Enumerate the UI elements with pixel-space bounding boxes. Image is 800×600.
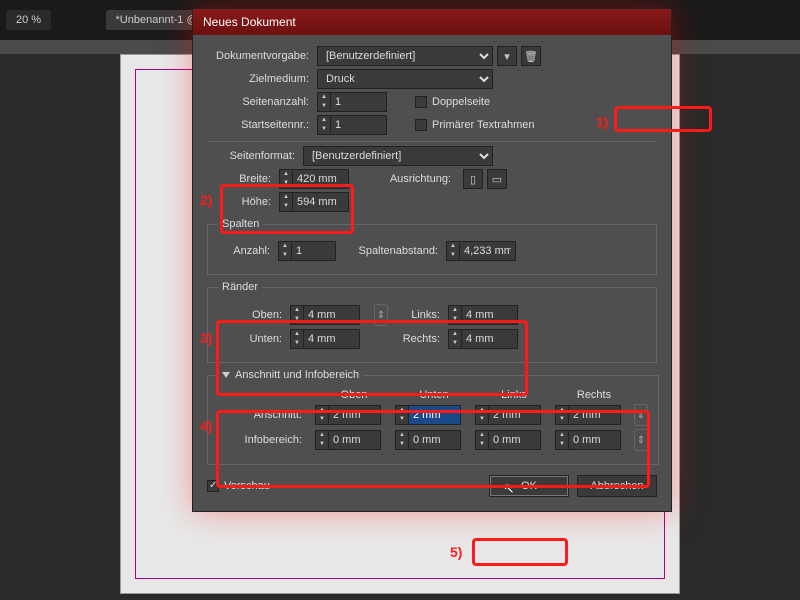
height-label: Höhe: [207,196,279,208]
link-slug-icon[interactable]: ⇕ [634,429,648,451]
pages-label: Seitenanzahl: [207,96,317,108]
intent-dropdown[interactable]: Druck [317,69,493,89]
new-document-dialog: Neues Dokument Dokumentvorgabe: [Benutze… [192,8,672,512]
facing-pages-label: Doppelseite [432,96,490,108]
dialog-titlebar[interactable]: Neues Dokument [193,9,671,35]
bleed-slug-disclosure[interactable]: Anschnitt und Infobereich [218,369,363,381]
pagesize-label: Seitenformat: [207,150,303,162]
primary-textframe-label: Primärer Textrahmen [432,119,535,131]
height-stepper[interactable]: ▲▼ [279,192,349,212]
ok-button[interactable]: OK [489,475,569,497]
preview-label: Vorschau [224,480,270,492]
bleed-left-stepper[interactable]: ▲▼ [475,405,541,425]
margins-group: Ränder Oben: ▲▼ ⇕ Links: ▲▼ Unten: ▲▼ Re… [207,281,657,363]
annotation-5: 5) [450,544,462,560]
startpage-label: Startseitennr.: [207,119,317,131]
slug-right-stepper[interactable]: ▲▼ [555,430,621,450]
margin-right-stepper[interactable]: ▲▼ [448,329,518,349]
pagesize-dropdown[interactable]: [Benutzerdefiniert] [303,146,493,166]
columns-group: Spalten Anzahl: ▲▼ Spaltenabstand: ▲▼ [207,218,657,275]
slug-left-stepper[interactable]: ▲▼ [475,430,541,450]
margin-left-label: Links: [388,309,448,321]
annotation-1: 1) [596,114,608,130]
margin-left-stepper[interactable]: ▲▼ [448,305,518,325]
annotation-4: 4) [200,418,212,434]
facing-pages-checkbox[interactable] [415,96,427,108]
link-margins-icon[interactable]: ⇕ [374,304,388,326]
intent-label: Zielmedium: [207,73,317,85]
cursor-icon: ↖ [503,480,515,497]
slug-bottom-stepper[interactable]: ▲▼ [395,430,461,450]
bleed-slug-group: Anschnitt und Infobereich ObenUntenLinks… [207,369,659,465]
preset-dropdown[interactable]: [Benutzerdefiniert] [317,46,493,66]
pages-stepper[interactable]: ▲▼ [317,92,387,112]
zoom-indicator: 20 % [6,10,51,30]
width-label: Breite: [207,173,279,185]
bleed-top-stepper[interactable]: ▲▼ [315,405,381,425]
cancel-button[interactable]: Abbrechen [577,475,657,497]
delete-preset-icon[interactable]: 🗑 [521,46,541,66]
slug-top-stepper[interactable]: ▲▼ [315,430,381,450]
bleed-bottom-stepper[interactable]: ▲▼ [395,405,461,425]
preset-label: Dokumentvorgabe: [207,50,317,62]
bleed-label: Anschnitt: [218,409,308,421]
column-count-label: Anzahl: [218,245,278,257]
slug-label: Infobereich: [218,434,308,446]
margin-top-stepper[interactable]: ▲▼ [290,305,360,325]
startpage-stepper[interactable]: ▲▼ [317,115,387,135]
annotation-3: 3) [200,330,212,346]
margin-right-label: Rechts: [388,333,448,345]
column-count-stepper[interactable]: ▲▼ [278,241,336,261]
margin-bottom-stepper[interactable]: ▲▼ [290,329,360,349]
annotation-2: 2) [200,192,212,208]
gutter-label: Spaltenabstand: [336,245,446,257]
preview-checkbox[interactable] [207,480,219,492]
save-preset-icon[interactable]: ▾ [497,46,517,66]
margin-bottom-label: Unten: [218,333,290,345]
chevron-down-icon [222,372,230,378]
gutter-stepper[interactable]: ▲▼ [446,241,516,261]
width-stepper[interactable]: ▲▼ [279,169,349,189]
orientation-landscape-icon[interactable]: ▭ [487,169,507,189]
orientation-portrait-icon[interactable]: ▯ [463,169,483,189]
bleed-right-stepper[interactable]: ▲▼ [555,405,621,425]
margin-top-label: Oben: [218,309,290,321]
link-bleed-icon[interactable]: ⇕ [634,404,648,426]
orientation-label: Ausrichtung: [349,173,459,185]
primary-textframe-checkbox[interactable] [415,119,427,131]
